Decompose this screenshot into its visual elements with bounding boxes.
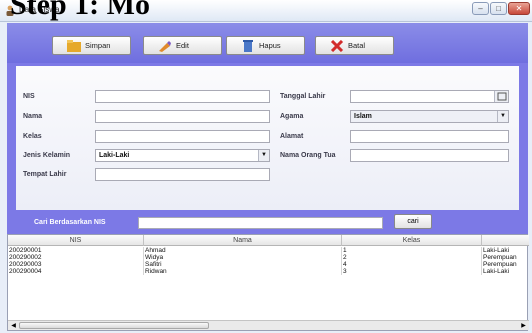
cell-nama: Widya (144, 254, 342, 261)
main-panel: Simpan Edit Hapus Batal NIS Nama Kelas J… (7, 23, 529, 331)
agama-label: Agama (280, 113, 304, 120)
student-form: NIS Nama Kelas Jenis Kelamin Laki-Laki ▼… (16, 66, 519, 210)
nama-label: Nama (23, 113, 43, 120)
heading-overlay: Step 1: Mo (10, 0, 150, 21)
alamat-label: Alamat (280, 133, 304, 140)
simpan-label: Simpan (85, 41, 111, 50)
column-header-nama[interactable]: Nama (144, 235, 342, 246)
chevron-down-icon[interactable]: ▼ (497, 111, 508, 122)
cell-nis: 200290002 (8, 254, 144, 261)
save-folder-icon (67, 39, 81, 52)
hapus-button[interactable]: Hapus (226, 36, 305, 55)
cell-kelas: 4 (342, 261, 482, 268)
tanggal-lahir-label: Tanggal Lahir (280, 93, 326, 100)
horizontal-scrollbar[interactable]: ◀ ▶ (8, 320, 529, 330)
search-label: Cari Berdasarkan NIS (34, 219, 106, 226)
app-window: Data Siswa Step 1: Mo – □ ✕ Simpan Edit (0, 0, 532, 333)
cell-nama: Ridwan (144, 268, 342, 275)
alamat-input[interactable] (350, 130, 509, 143)
cell-jenis-kelamin: Perempuan (483, 254, 517, 261)
cell-nama: Ahmad (144, 247, 342, 254)
student-table: NIS Nama Kelas 200290001 Ahmad 1 Laki-La… (7, 234, 529, 331)
edit-label: Edit (176, 41, 189, 50)
search-bar: Cari Berdasarkan NIS cari (16, 211, 519, 229)
minimize-button[interactable]: – (472, 2, 489, 15)
kelas-input[interactable] (95, 130, 270, 143)
chevron-down-icon[interactable]: ▼ (258, 150, 269, 161)
nis-input[interactable] (95, 90, 270, 103)
column-header-extra[interactable] (482, 235, 529, 246)
calendar-icon[interactable] (494, 91, 508, 102)
cell-nis: 200290004 (8, 268, 144, 275)
nis-label: NIS (23, 93, 35, 100)
agama-value: Islam (354, 113, 372, 120)
nama-input[interactable] (95, 110, 270, 123)
cell-nis: 200290003 (8, 261, 144, 268)
search-input[interactable] (138, 217, 383, 229)
table-row[interactable]: 200290001 Ahmad 1 Laki-Laki (8, 247, 529, 254)
maximize-icon: □ (496, 4, 501, 13)
table-header: NIS Nama Kelas (8, 235, 529, 246)
close-button[interactable]: ✕ (508, 2, 530, 15)
close-icon: ✕ (515, 4, 523, 13)
table-row[interactable]: 200290002 Widya 2 Perempuan (8, 254, 529, 261)
maximize-button[interactable]: □ (490, 2, 507, 15)
cell-jenis-kelamin: Perempuan (483, 261, 517, 268)
edit-button[interactable]: Edit (143, 36, 222, 55)
jenis-kelamin-label: Jenis Kelamin (23, 152, 71, 159)
scroll-left-icon[interactable]: ◀ (9, 322, 18, 330)
scroll-thumb[interactable] (19, 322, 209, 329)
cell-nis: 200290001 (8, 247, 144, 254)
batal-button[interactable]: Batal (315, 36, 394, 55)
simpan-button[interactable]: Simpan (52, 36, 131, 55)
batal-label: Batal (348, 41, 366, 50)
column-header-nis[interactable]: NIS (8, 235, 144, 246)
cell-jenis-kelamin: Laki-Laki (483, 268, 510, 275)
scroll-right-icon[interactable]: ▶ (519, 322, 528, 330)
table-row[interactable]: 200290004 Ridwan 3 Laki-Laki (8, 268, 529, 275)
tempat-lahir-label: Tempat Lahir (23, 171, 67, 178)
trash-icon (243, 39, 253, 52)
title-bar[interactable]: Data Siswa Step 1: Mo – □ ✕ (0, 0, 532, 22)
edit-icon (159, 40, 171, 52)
jenis-kelamin-select[interactable]: Laki-Laki ▼ (95, 149, 270, 162)
column-header-kelas[interactable]: Kelas (342, 235, 482, 246)
cell-jenis-kelamin: Laki-Laki (483, 247, 510, 254)
nama-orang-tua-label: Nama Orang Tua (280, 152, 336, 159)
cari-button[interactable]: cari (394, 214, 432, 229)
hapus-label: Hapus (259, 41, 281, 50)
toolbar: Simpan Edit Hapus Batal (7, 23, 528, 63)
window-controls: – □ ✕ (472, 2, 530, 15)
cancel-x-icon (330, 39, 344, 52)
cell-kelas: 2 (342, 254, 482, 261)
jenis-kelamin-value: Laki-Laki (99, 152, 130, 159)
kelas-label: Kelas (23, 133, 42, 140)
agama-select[interactable]: Islam ▼ (350, 110, 509, 123)
nama-orang-tua-input[interactable] (350, 149, 509, 162)
tanggal-lahir-input[interactable] (350, 90, 509, 103)
minimize-icon: – (478, 4, 483, 13)
cell-kelas: 1 (342, 247, 482, 254)
table-row[interactable]: 200290003 Safitri 4 Perempuan (8, 261, 529, 268)
cell-kelas: 3 (342, 268, 482, 275)
cell-nama: Safitri (144, 261, 342, 268)
tempat-lahir-input[interactable] (95, 168, 270, 181)
